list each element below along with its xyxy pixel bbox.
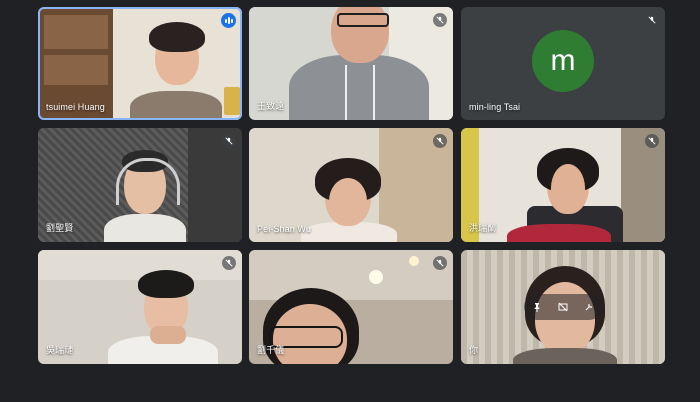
mic-off-icon [645,134,659,148]
participant-tile-6[interactable]: 洪瑞蘭 [461,128,665,242]
participant-name: tsuimei Huang [46,102,105,112]
tile-hover-controls [524,294,602,320]
participant-tile-4[interactable]: 劉聖賢 [38,128,242,242]
mic-off-icon [645,13,659,27]
mic-off-icon [433,256,447,270]
participant-name: 王致遠 [257,101,285,111]
participant-tile-5[interactable]: Pei-Shan Wu [249,128,453,242]
participant-tile-2[interactable]: 王致遠 [249,7,453,120]
participant-tile-9[interactable]: 你 [461,250,665,364]
speaking-indicator-icon [221,13,236,28]
participant-name: 劉聖賢 [46,223,74,233]
participant-tile-3[interactable]: m min-ling Tsai [461,7,665,120]
participant-name: 你 [469,345,479,355]
participant-name: min-ling Tsai [469,102,521,112]
participant-tile-7[interactable]: 吳瑞璉 [38,250,242,364]
hide-self-view-icon[interactable] [558,302,568,312]
participant-tile-1[interactable]: tsuimei Huang [38,7,242,120]
participant-name: 劉千儀 [257,345,285,355]
participant-tile-8[interactable]: 劉千儀 [249,250,453,364]
mic-off-icon [222,134,236,148]
mic-off-icon [433,13,447,27]
participant-name: 吳瑞璉 [46,345,74,355]
participant-name: Pei-Shan Wu [257,224,311,234]
mic-off-icon [433,134,447,148]
pin-icon[interactable] [532,302,542,312]
participant-name: 洪瑞蘭 [469,223,497,233]
avatar: m [532,29,594,92]
minimize-icon[interactable] [584,302,594,312]
mic-off-icon [222,256,236,270]
